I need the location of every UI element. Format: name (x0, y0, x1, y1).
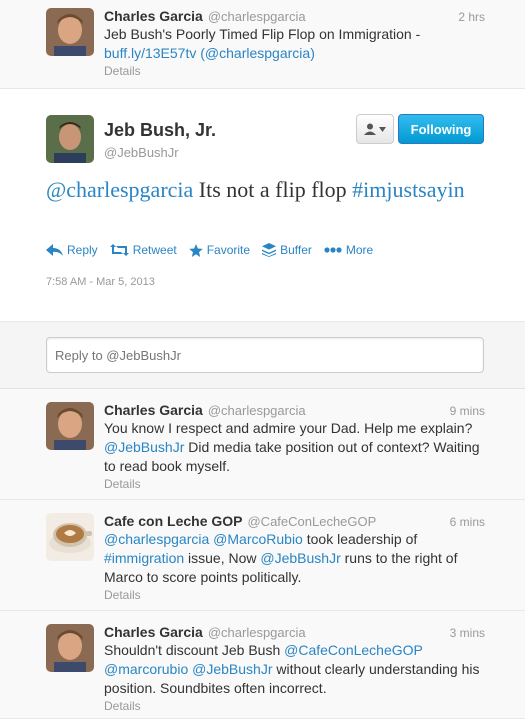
user-name[interactable]: Charles Garcia (104, 624, 203, 640)
timestamp[interactable]: 2 hrs (458, 10, 485, 24)
reply-button[interactable]: Reply (46, 243, 98, 257)
tweet-text: You know I respect and admire your Dad. … (104, 419, 485, 476)
mention-link[interactable]: @charlespgarcia (46, 177, 193, 202)
tweet-text: @charlespgarcia @MarcoRubio took leaders… (104, 530, 485, 587)
avatar[interactable] (46, 8, 94, 56)
avatar[interactable] (46, 513, 94, 561)
user-name[interactable]: Charles Garcia (104, 8, 203, 24)
details-link[interactable]: Details (104, 64, 485, 78)
tweet-text-body: You know I respect and admire your Dad. … (104, 420, 473, 436)
user-handle[interactable]: @JebBushJr (104, 145, 179, 160)
reply-input[interactable] (46, 337, 484, 373)
retweet-icon (109, 244, 129, 256)
mention-link[interactable]: @CafeConLecheGOP (284, 642, 422, 658)
reply-icon (46, 244, 63, 256)
hashtag-link[interactable]: #immigration (104, 550, 184, 566)
reply-label: Reply (67, 243, 98, 257)
user-name[interactable]: Jeb Bush, Jr. (104, 120, 216, 141)
avatar[interactable] (46, 624, 94, 672)
star-icon (188, 243, 203, 257)
tweet-text: Shouldn't discount Jeb Bush @CafeConLech… (104, 641, 485, 698)
buffer-label: Buffer (280, 243, 312, 257)
chevron-down-icon (379, 126, 386, 132)
more-label: More (345, 243, 374, 257)
more-button[interactable]: More (324, 243, 373, 257)
mention-link[interactable]: @JebBushJr (192, 661, 272, 677)
tweet-text-body: Jeb Bush's Poorly Timed Flip Flop on Imm… (104, 26, 421, 42)
retweet-button[interactable]: Retweet (109, 243, 177, 257)
user-handle[interactable]: @charlespgarcia (208, 403, 306, 418)
more-icon (324, 247, 342, 253)
avatar[interactable] (46, 115, 94, 163)
hashtag-link[interactable]: #imjustsayin (352, 177, 464, 202)
favorite-button[interactable]: Favorite (188, 243, 251, 257)
favorite-label: Favorite (206, 243, 251, 257)
mention-link[interactable]: @JebBushJr (260, 550, 340, 566)
timestamp[interactable]: 9 mins (450, 404, 485, 418)
tweet-timestamp[interactable]: 7:58 AM - Mar 5, 2013 (46, 276, 155, 288)
tweet-text: @charlespgarcia Its not a flip flop #imj… (46, 176, 486, 204)
buffer-icon (262, 243, 277, 257)
tweet-text: Jeb Bush's Poorly Timed Flip Flop on Imm… (104, 25, 485, 63)
mention-link[interactable]: @JebBushJr (104, 439, 184, 455)
tweet-text-body: issue, Now (184, 550, 261, 566)
buffer-button[interactable]: Buffer (262, 243, 312, 257)
tweet-item[interactable]: Charles Garcia @charlespgarcia 9 mins Yo… (0, 389, 525, 500)
details-link[interactable]: Details (104, 588, 485, 602)
mention-link[interactable]: @MarcoRubio (213, 531, 303, 547)
tweet-item[interactable]: Charles Garcia @charlespgarcia 2 hrs Jeb… (0, 0, 525, 89)
details-link[interactable]: Details (104, 699, 485, 713)
timestamp[interactable]: 3 mins (450, 626, 485, 640)
following-button[interactable]: Following (398, 114, 484, 144)
tweet-text-body: took leadership of (302, 531, 418, 547)
details-link[interactable]: Details (104, 477, 485, 491)
user-name[interactable]: Charles Garcia (104, 402, 203, 418)
tweet-item[interactable]: Cafe con Leche GOP @CafeConLecheGOP 6 mi… (0, 500, 525, 611)
user-icon (364, 123, 376, 135)
link[interactable]: buff.ly/13E57tv (104, 45, 196, 61)
user-name[interactable]: Cafe con Leche GOP (104, 513, 242, 529)
reply-area (0, 322, 525, 389)
user-handle[interactable]: @charlespgarcia (208, 625, 306, 640)
user-actions-dropdown[interactable] (356, 114, 394, 144)
avatar[interactable] (46, 402, 94, 450)
tweet-actions: Reply Retweet Favorite Buffer More (46, 243, 373, 257)
mention-link[interactable]: (@charlespgarcia) (200, 45, 315, 61)
tweet-text-body: Shouldn't discount Jeb Bush (104, 642, 285, 658)
mention-link[interactable]: @marcorubio (104, 661, 188, 677)
tweet-item[interactable]: Charles Garcia @charlespgarcia 3 mins Sh… (0, 611, 525, 719)
tweet-text-body: Its not a flip flop (193, 177, 353, 202)
timestamp[interactable]: 6 mins (450, 515, 485, 529)
user-handle[interactable]: @charlespgarcia (208, 9, 306, 24)
user-handle[interactable]: @CafeConLecheGOP (247, 514, 376, 529)
mention-link[interactable]: @charlespgarcia (104, 531, 209, 547)
main-tweet: Jeb Bush, Jr. @JebBushJr Following @char… (0, 89, 525, 322)
retweet-label: Retweet (132, 243, 177, 257)
